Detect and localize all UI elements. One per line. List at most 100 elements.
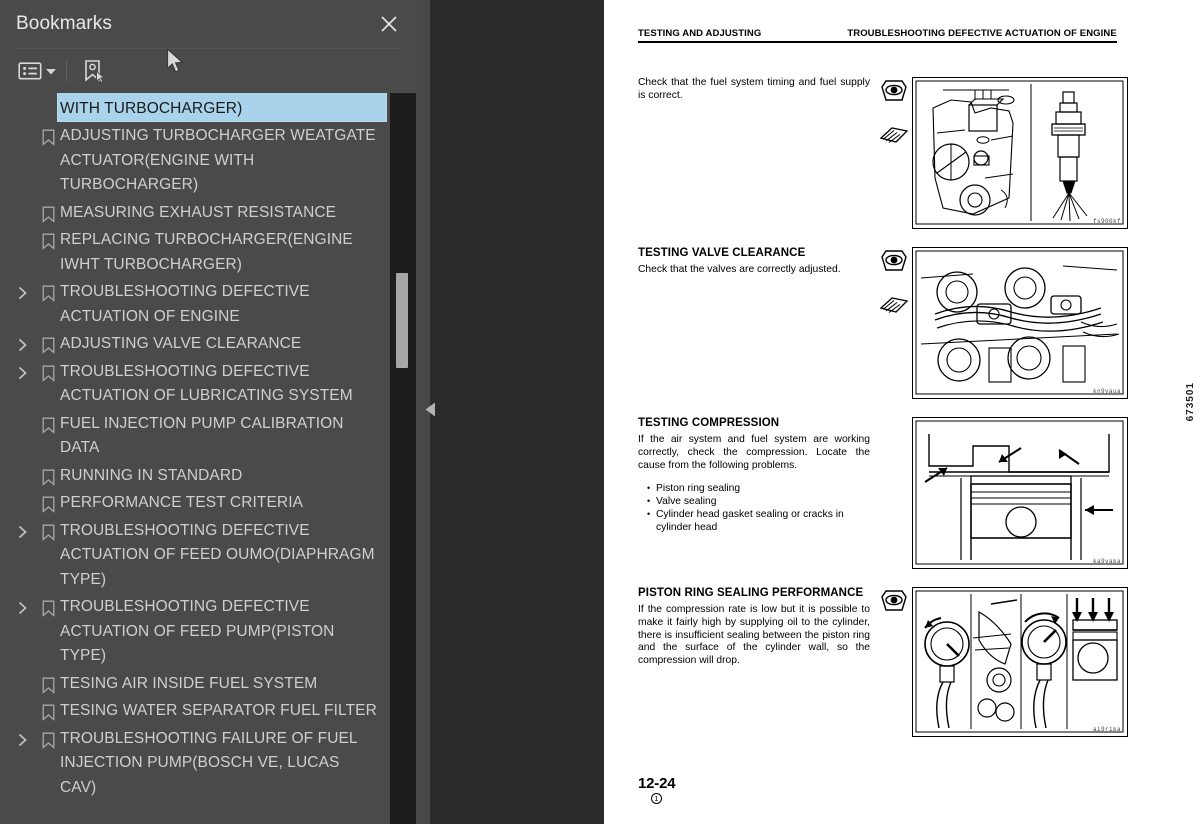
bookmark-item[interactable]: TROUBLESHOOTING DEFECTIVE ACTUATION OF F… — [8, 594, 390, 671]
page-side-code: 673501 — [1185, 382, 1196, 422]
figure-code: kn9vaua — [1092, 388, 1121, 395]
bookmarks-toolbar — [0, 49, 416, 93]
bookmark-flag-icon — [36, 201, 60, 223]
bookmark-item[interactable]: REPLACING TURBOCHARGER(ENGINE IWHT TURBO… — [8, 227, 390, 279]
close-icon[interactable] — [376, 11, 402, 37]
section-icon-column — [876, 77, 912, 229]
section-icon-column — [876, 417, 912, 569]
bookmark-label: RUNNING IN STANDARD — [60, 466, 243, 484]
bookmark-item[interactable]: PERFORMANCE TEST CRITERIA — [8, 490, 390, 518]
bookmark-flag-icon — [36, 727, 60, 749]
collapse-panel-handle[interactable] — [416, 370, 444, 454]
bookmark-label: TROUBLESHOOTING DEFECTIVE ACTUATION OF F… — [60, 598, 335, 664]
bookmark-label: TROUBLESHOOTING DEFECTIVE ACTUATION OF F… — [60, 521, 375, 588]
bookmarks-list[interactable]: ACTUATOR BOOST CAPSULE(ENGINE WITH TURBO… — [8, 93, 416, 824]
bookmark-item[interactable]: ADJUSTING TURBOCHARGER WEATGATE ACTUATOR… — [8, 123, 390, 200]
chevron-left-icon — [425, 402, 436, 422]
document-section: PISTON RING SEALING PERFORMANCE If the c… — [638, 587, 1186, 737]
page-number: 12-24 — [638, 775, 676, 792]
figure-code: fs900kf — [1092, 218, 1121, 225]
bookmark-label: REPLACING TURBOCHARGER(ENGINE IWHT TURBO… — [60, 231, 353, 273]
chevron-down-icon[interactable] — [44, 56, 58, 86]
bookmarks-panel-header: Bookmarks — [0, 0, 416, 48]
bookmark-item[interactable]: MEASURING EXHAUST RESISTANCE — [8, 200, 390, 228]
section-heading: PISTON RING SEALING PERFORMANCE — [638, 587, 864, 599]
document-section: TESTING COMPRESSION If the air system an… — [638, 417, 1186, 569]
bookmark-flag-icon — [36, 672, 60, 694]
bookmark-item[interactable]: RUNNING IN STANDARD — [8, 463, 390, 491]
page-note: 1 — [651, 793, 675, 804]
bookmark-item[interactable]: TROUBLESHOOTING DEFECTIVE ACTUATION OF F… — [8, 518, 390, 595]
bookmark-item[interactable]: TESING WATER SEPARATOR FUEL FILTER — [8, 698, 390, 726]
bookmark-flag-icon — [36, 595, 60, 617]
section-body: If the compression rate is low but it is… — [638, 604, 870, 667]
bookmarks-scrollbar-thumb[interactable] — [396, 273, 408, 368]
page-footer: 12-24 1 — [638, 775, 676, 804]
bookmark-item[interactable]: TROUBLESHOOTING DEFECTIVE ACTUATION OF L… — [8, 359, 390, 411]
bookmarks-panel: Bookmarks WITH TURBOCHARGER) ADJUSTING T… — [0, 0, 416, 824]
bookmark-item[interactable]: ACTUATOR BOOST CAPSULE(ENGINE WITH TURBO… — [8, 93, 390, 123]
bookmark-item[interactable]: ADJUSTING VALVE CLEARANCE — [8, 331, 390, 359]
bullet-item: Piston ring sealing — [647, 482, 870, 496]
toolbar-separator — [66, 60, 67, 82]
section-heading: TESTING COMPRESSION — [638, 417, 780, 429]
section-body: If the air system and fuel system are wo… — [638, 434, 870, 471]
bookmark-flag-icon — [36, 699, 60, 721]
chevron-right-icon[interactable] — [8, 280, 36, 300]
chevron-right-icon[interactable] — [8, 332, 36, 352]
section-heading: TESTING VALVE CLEARANCE — [638, 247, 806, 259]
bookmark-item[interactable]: FUEL INJECTION PUMP CALIBRATION DATA — [8, 411, 390, 463]
chevron-right-icon[interactable] — [8, 595, 36, 615]
bookmark-flag-icon — [36, 280, 60, 302]
document-section: Check that the fuel system timing and fu… — [638, 77, 1186, 229]
figure: kn9vaua — [912, 247, 1128, 399]
bookmark-flag-icon — [36, 332, 60, 354]
eye-icon — [880, 588, 908, 619]
bookmark-flag-icon — [36, 519, 60, 541]
bookmark-flag-icon — [36, 124, 60, 146]
header-left-text: TESTING AND ADJUSTING — [638, 28, 762, 39]
chevron-right-icon[interactable] — [8, 519, 36, 539]
panel-title: Bookmarks — [16, 13, 112, 34]
bookmark-label: TROUBLESHOOTING DEFECTIVE ACTUATION OF E… — [60, 283, 310, 325]
section-text: TESTING COMPRESSION If the air system an… — [638, 417, 876, 569]
bookmark-item[interactable]: TROUBLESHOOTING FAILURE OF FUEL INJECTIO… — [8, 726, 390, 803]
bookmark-flag-icon — [36, 228, 60, 250]
document-section: TESTING VALVE CLEARANCE Check that the v… — [638, 247, 1186, 399]
bookmark-item[interactable]: TESING AIR INSIDE FUEL SYSTEM — [8, 671, 390, 699]
viewer-gutter — [416, 0, 604, 824]
section-body: Check that the fuel system timing and fu… — [638, 77, 870, 101]
new-bookmark-icon[interactable] — [79, 56, 109, 86]
bookmark-label: TROUBLESHOOTING FAILURE OF FUEL INJECTIO… — [60, 729, 358, 796]
bookmark-flag-icon — [36, 464, 60, 486]
eye-icon — [880, 248, 908, 279]
document-running-header: TESTING AND ADJUSTING TROUBLESHOOTING DE… — [638, 28, 1117, 43]
bookmark-flag-icon — [36, 412, 60, 434]
section-text: Check that the fuel system timing and fu… — [638, 77, 876, 229]
bookmark-label: TROUBLESHOOTING DEFECTIVE ACTUATION OF L… — [60, 362, 353, 405]
book-icon — [879, 125, 909, 150]
chevron-right-icon[interactable] — [8, 727, 36, 747]
figure: fs900kf — [912, 77, 1128, 229]
bookmark-label: TESING WATER SEPARATOR FUEL FILTER — [60, 702, 377, 719]
pdf-viewer-window: Bookmarks WITH TURBOCHARGER) ADJUSTING T… — [0, 0, 1200, 824]
bookmark-item[interactable]: TROUBLESHOOTING DEFECTIVE ACTUATION OF E… — [8, 279, 390, 331]
bookmark-label: FUEL INJECTION PUMP CALIBRATION DATA — [60, 414, 344, 457]
bookmark-label: ACTUATOR BOOST CAPSULE(ENGINE WITH TURBO… — [58, 93, 386, 121]
document-page: TESTING AND ADJUSTING TROUBLESHOOTING DE… — [604, 0, 1200, 824]
list-options-icon[interactable] — [16, 56, 44, 86]
bookmark-label: PERFORMANCE TEST CRITERIA — [60, 494, 304, 511]
bookmark-label: MEASURING EXHAUST RESISTANCE — [60, 203, 337, 221]
bullet-item: Valve sealing — [647, 495, 870, 509]
section-bullet-list: Piston ring sealingValve sealingCylinder… — [638, 482, 870, 535]
eye-icon — [880, 78, 908, 109]
chevron-right-icon[interactable] — [8, 360, 36, 380]
bullet-item: Cylinder head gasket sealing or cracks i… — [647, 508, 870, 535]
bookmarks-scrollbar-track[interactable] — [390, 93, 416, 824]
section-icon-column — [876, 587, 912, 737]
figure-code: ai9rika — [1092, 726, 1121, 733]
section-text: PISTON RING SEALING PERFORMANCE If the c… — [638, 587, 876, 737]
figure: ai9rika — [912, 587, 1128, 737]
book-icon — [879, 295, 909, 320]
bookmark-label: ADJUSTING VALVE CLEARANCE — [60, 335, 302, 352]
